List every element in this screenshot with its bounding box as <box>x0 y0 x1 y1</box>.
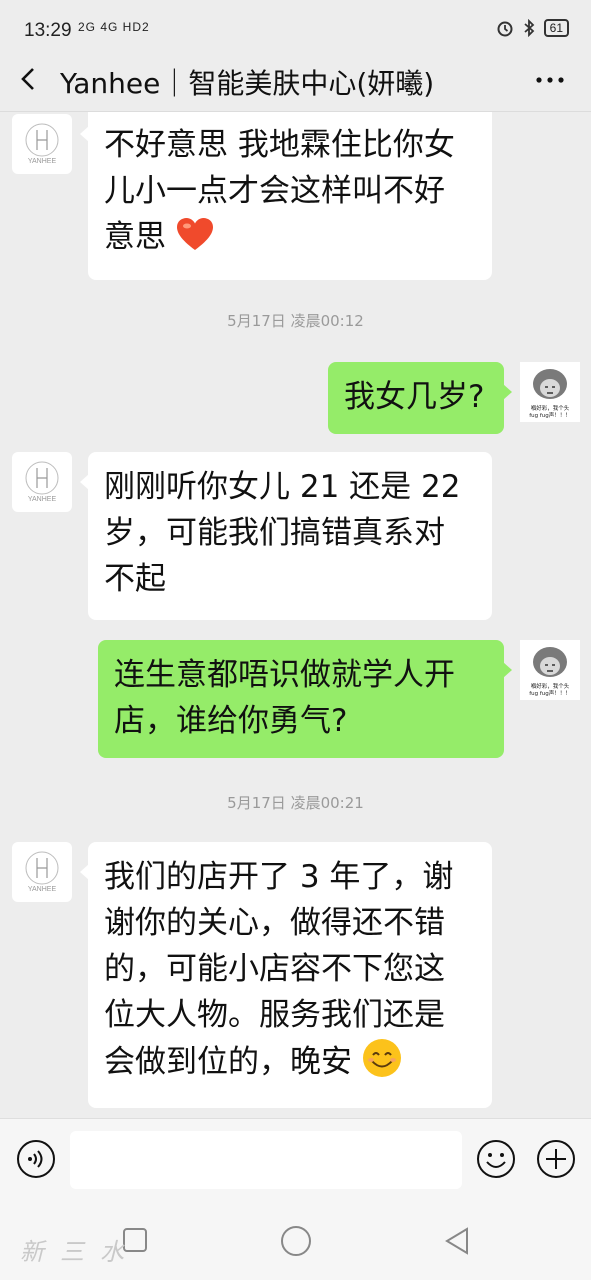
chat-title: Yanhee｜智能美肤中心(妍曦) <box>60 67 435 100</box>
message-line: 岁，可能我们搞错真系对 <box>104 515 445 551</box>
message-bubble-incoming[interactable]: 不好意思 我地霖住比你女 儿小一点才会这样叫不好 意思 <box>80 112 492 280</box>
timestamp: 5月17日 凌晨00:21 <box>227 794 364 812</box>
bluetooth-icon <box>524 19 534 37</box>
message-line: 谢你的关心，做得还不错 <box>104 905 445 941</box>
meme-face-icon: 嗰好彩，我个头 fug fug声！！！ <box>520 362 580 422</box>
svg-text:YANHEE: YANHEE <box>28 886 57 893</box>
message-line-with-emoji: 意思 <box>104 214 476 260</box>
svg-text:fug fug声！！！: fug fug声！！！ <box>529 689 571 697</box>
svg-text:fug fug声！！！: fug fug声！！！ <box>529 411 571 419</box>
message-line: 我女几岁? <box>344 379 485 415</box>
status-time: 13:29 <box>24 20 72 41</box>
svg-text:YANHEE: YANHEE <box>28 158 57 165</box>
user-avatar[interactable]: 嗰好彩，我个头 fug fug声！！！ <box>520 640 580 700</box>
battery-indicator: 61 <box>543 19 569 37</box>
message-bubble-outgoing[interactable]: 我女几岁? <box>328 362 512 434</box>
message-line: 店，谁给你勇气? <box>114 703 348 739</box>
message-bubble-outgoing[interactable]: 连生意都唔识做就学人开 店，谁给你勇气? <box>98 640 512 758</box>
svg-text:嗰好彩，我个头: 嗰好彩，我个头 <box>531 404 570 412</box>
message-line: 的，可能小店容不下您这 <box>104 951 445 987</box>
heart-emoji <box>176 218 213 250</box>
smile-emoji <box>362 1039 401 1077</box>
nav-back-icon[interactable] <box>444 1226 470 1256</box>
plus-icon[interactable] <box>536 1139 576 1179</box>
message-line: 我们的店开了 3 年了，谢 <box>104 859 454 895</box>
message-line: 位大人物。服务我们还是 <box>104 997 445 1033</box>
message-bubble-incoming[interactable]: 刚刚听你女儿 21 还是 22 岁，可能我们搞错真系对 不起 <box>80 452 492 620</box>
message-line: 刚刚听你女儿 21 还是 22 <box>104 469 461 505</box>
svg-text:YANHEE: YANHEE <box>28 496 57 503</box>
home-button[interactable] <box>281 1226 311 1256</box>
emoji-icon[interactable] <box>476 1139 516 1179</box>
more-icon[interactable] <box>533 64 567 94</box>
alarm-icon <box>497 21 513 37</box>
shop-avatar[interactable]: YANHEE <box>12 842 72 902</box>
status-right: 61 <box>496 19 569 37</box>
status-signal: 2G 4G HD2 <box>78 20 150 34</box>
chat-header: Yanhee｜智能美肤中心(妍曦) <box>0 50 591 112</box>
message-line: 儿小一点才会这样叫不好 <box>104 173 445 209</box>
shop-avatar[interactable]: YANHEE <box>12 114 72 174</box>
yanhee-logo-icon: YANHEE <box>25 851 59 893</box>
user-avatar[interactable]: 嗰好彩，我个头 fug fug声！！！ <box>520 362 580 422</box>
message-line: 不起 <box>104 561 166 597</box>
input-bar <box>0 1118 591 1202</box>
yanhee-logo-icon: YANHEE <box>25 123 59 165</box>
message-line: 连生意都唔识做就学人开 <box>114 657 455 693</box>
watermark: 新三水 <box>20 1238 140 1266</box>
yanhee-logo-icon: YANHEE <box>25 461 59 503</box>
meme-face-icon: 嗰好彩，我个头 fug fug声！！！ <box>520 640 580 700</box>
back-icon[interactable] <box>14 64 44 94</box>
voice-icon[interactable] <box>16 1139 56 1179</box>
message-bubble-incoming[interactable]: 我们的店开了 3 年了，谢 谢你的关心，做得还不错 的，可能小店容不下您这 位大… <box>80 842 492 1108</box>
timestamp: 5月17日 凌晨00:12 <box>227 312 364 330</box>
message-line: 不好意思 我地霖住比你女 <box>104 127 455 163</box>
chat-area[interactable]: YANHEE 不好意思 我地霖住比你女 儿小一点才会这样叫不好 意思 5月17日… <box>0 112 591 1118</box>
svg-text:嗰好彩，我个头: 嗰好彩，我个头 <box>531 682 570 690</box>
message-input[interactable] <box>70 1131 462 1189</box>
shop-avatar[interactable]: YANHEE <box>12 452 72 512</box>
message-line-with-emoji: 会做到位的，晚安 <box>104 1038 476 1085</box>
